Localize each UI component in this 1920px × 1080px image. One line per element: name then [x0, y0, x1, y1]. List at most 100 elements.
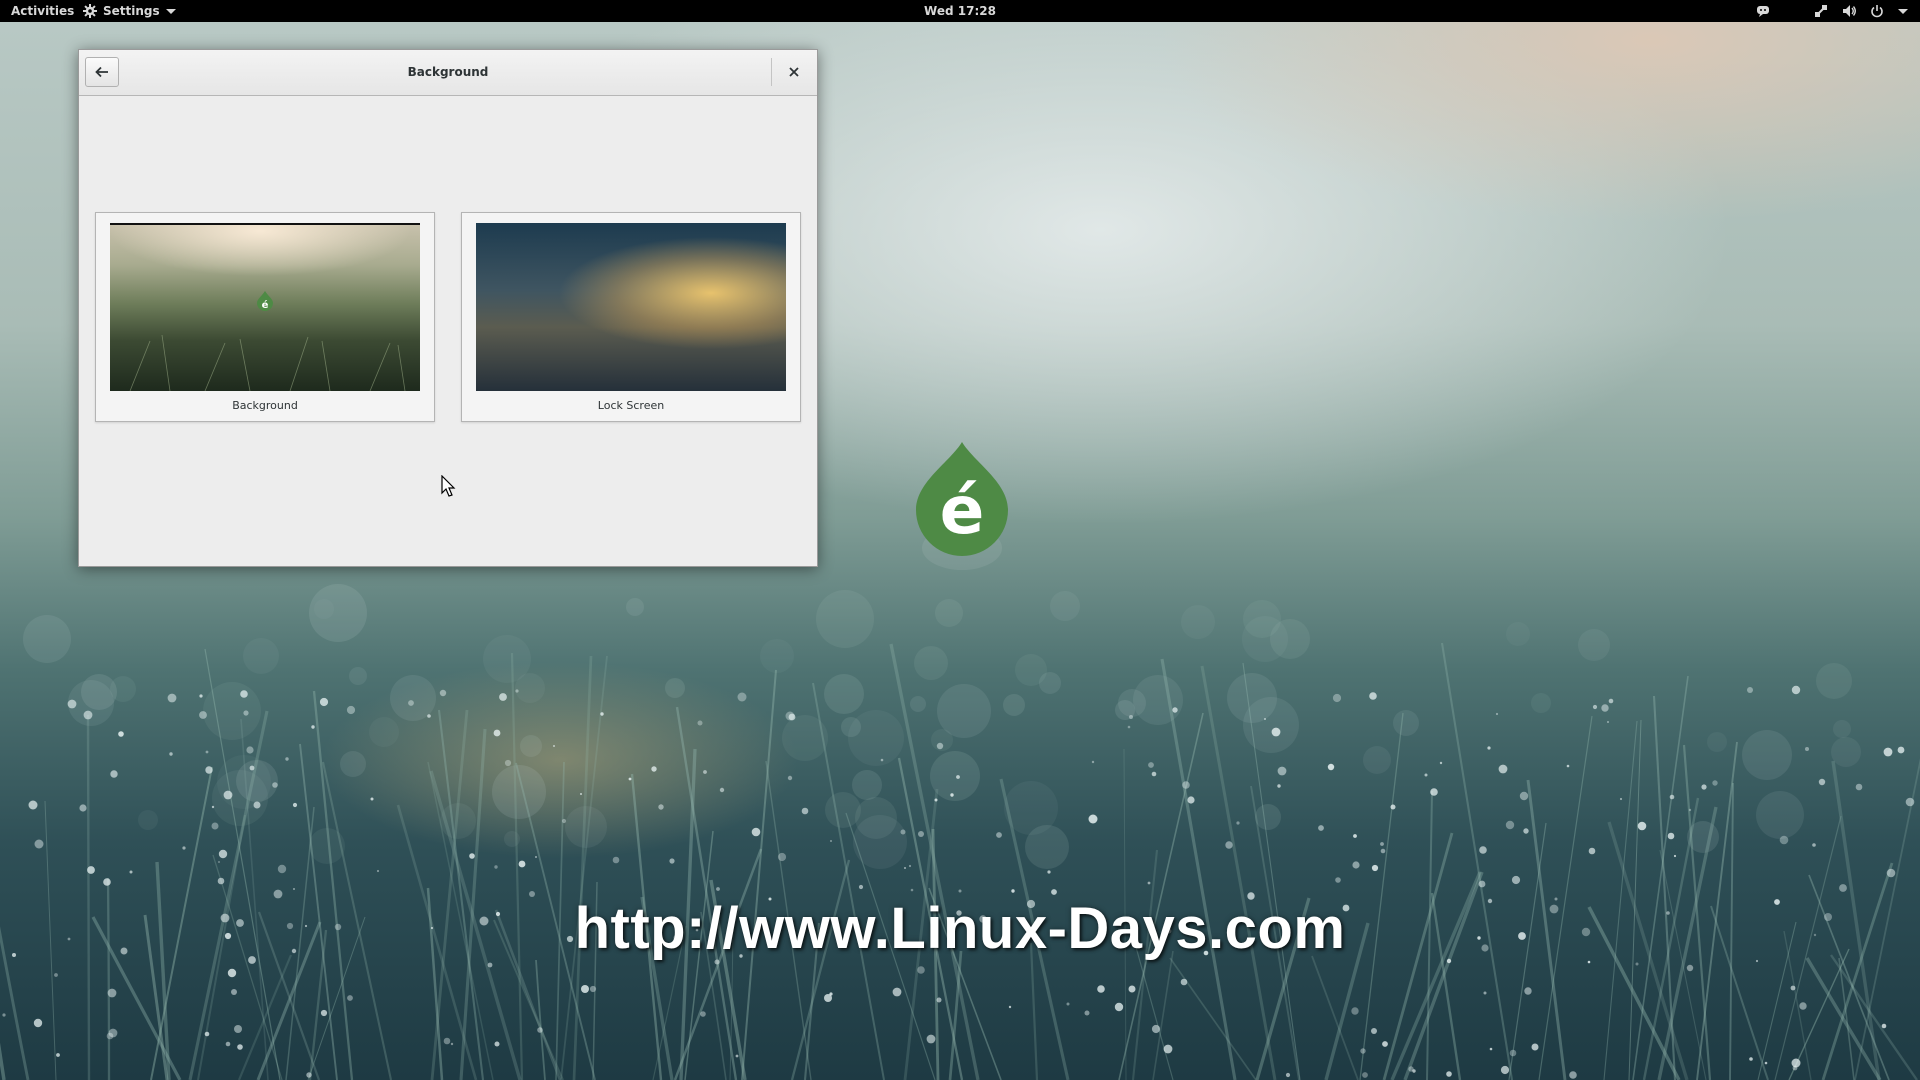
dew-drop [1066, 1002, 1070, 1006]
dew-drop [1637, 821, 1647, 831]
dew-drop [553, 745, 555, 747]
dew-drop [167, 693, 177, 703]
system-tray[interactable] [1756, 0, 1908, 22]
bokeh-dot [1578, 629, 1610, 661]
volume-icon[interactable] [1842, 4, 1856, 18]
dew-drop [1008, 1005, 1012, 1009]
dew-drop [1855, 783, 1863, 791]
dew-drop [1635, 962, 1639, 966]
dew-drop [561, 818, 567, 824]
dew-drop [1129, 715, 1133, 719]
dew-drop [1362, 1072, 1368, 1078]
logo-letter: é [940, 472, 985, 549]
lock-screen-tile[interactable]: Lock Screen [461, 212, 801, 422]
dew-drop [1511, 875, 1521, 885]
dew-drop [1285, 1072, 1291, 1078]
dew-drop [1172, 707, 1178, 713]
dew-drop [1127, 725, 1131, 729]
dew-drop [1498, 764, 1508, 774]
dew-drop [1430, 788, 1438, 796]
dew-drop [1091, 760, 1095, 764]
bokeh-dot [1707, 732, 1727, 752]
close-button[interactable] [779, 58, 809, 86]
dew-drop [880, 758, 884, 762]
dew-drop [1318, 825, 1324, 831]
dew-drop [285, 757, 289, 761]
dew-drop [1360, 1048, 1366, 1054]
top-bar: Activities Settings Wed 17:28 [0, 0, 1920, 22]
dew-drop [1371, 864, 1379, 872]
power-icon[interactable] [1870, 4, 1884, 18]
dew-drop [1673, 854, 1677, 858]
dew-drop [33, 1018, 43, 1028]
app-menu[interactable]: Settings [83, 0, 176, 22]
dew-drop [1883, 747, 1893, 757]
bokeh-dot [1227, 673, 1277, 723]
dew-drop [1905, 797, 1915, 807]
dew-drop [1151, 771, 1157, 777]
bokeh-dot [852, 770, 882, 800]
menu-arrow-icon[interactable] [1898, 8, 1908, 14]
dew-drop [1799, 1002, 1807, 1010]
dew-drop [246, 746, 254, 754]
dew-drop [240, 690, 248, 698]
bokeh-dot [1756, 791, 1804, 839]
bokeh-dot [1255, 804, 1281, 830]
dew-drop [735, 1054, 739, 1058]
dew-drop [830, 840, 832, 842]
bokeh-dot [824, 674, 864, 714]
dew-drop [777, 852, 787, 862]
dew-drop [1619, 797, 1623, 801]
dew-drop [1523, 828, 1529, 834]
dew-drop [1686, 964, 1694, 972]
chat-icon[interactable] [1756, 4, 1770, 18]
dew-drop [936, 742, 944, 750]
dew-drop [1524, 987, 1532, 995]
bokeh-dot [369, 717, 399, 747]
watermark-text: http://www.Linux-Days.com [574, 896, 1346, 961]
dew-drop [950, 793, 954, 797]
dew-drop [129, 870, 133, 874]
bokeh-dot [1363, 746, 1391, 774]
dew-drop [1148, 762, 1154, 768]
dew-drop [218, 861, 220, 863]
bokeh-dot [848, 710, 904, 766]
dew-drop [600, 712, 604, 716]
bokeh-dot [1531, 693, 1551, 713]
dew-drop [1790, 985, 1796, 991]
dew-drop [1505, 820, 1515, 830]
distro-logo-icon: é [916, 442, 1008, 570]
background-tile[interactable]: é Background [95, 212, 435, 422]
dew-drop [34, 839, 44, 849]
dew-drop [1569, 1071, 1577, 1079]
bokeh-dot [1393, 710, 1419, 736]
dew-drop [1380, 848, 1386, 854]
bokeh-dot [1833, 720, 1851, 738]
clock[interactable]: Wed 17:28 [924, 4, 996, 18]
dew-drop [1818, 778, 1826, 786]
gear-icon [83, 4, 97, 18]
dew-drop [904, 867, 906, 869]
dew-drop [1791, 685, 1801, 695]
dew-drop [227, 968, 237, 978]
dew-drop [1277, 766, 1287, 776]
bokeh-dot [914, 646, 948, 680]
dew-drop [1380, 842, 1384, 846]
back-button[interactable] [85, 57, 119, 87]
dew-drop [110, 770, 118, 778]
grass-blade [1029, 942, 1039, 1080]
dew-drop [427, 714, 431, 718]
back-arrow-icon [95, 66, 108, 78]
activities-button[interactable]: Activities [11, 0, 74, 22]
dew-drop [628, 777, 632, 781]
dew-drop [107, 988, 117, 998]
dew-drop [211, 805, 215, 809]
dew-drop [1792, 1065, 1798, 1071]
dew-drop [1749, 1057, 1753, 1061]
bokeh-dot [520, 735, 542, 757]
dew-drop [225, 1041, 231, 1047]
dew-drop [1608, 698, 1614, 704]
network-icon[interactable] [1814, 4, 1828, 18]
window-titlebar[interactable]: Background [79, 50, 817, 96]
dew-drop [787, 775, 793, 781]
